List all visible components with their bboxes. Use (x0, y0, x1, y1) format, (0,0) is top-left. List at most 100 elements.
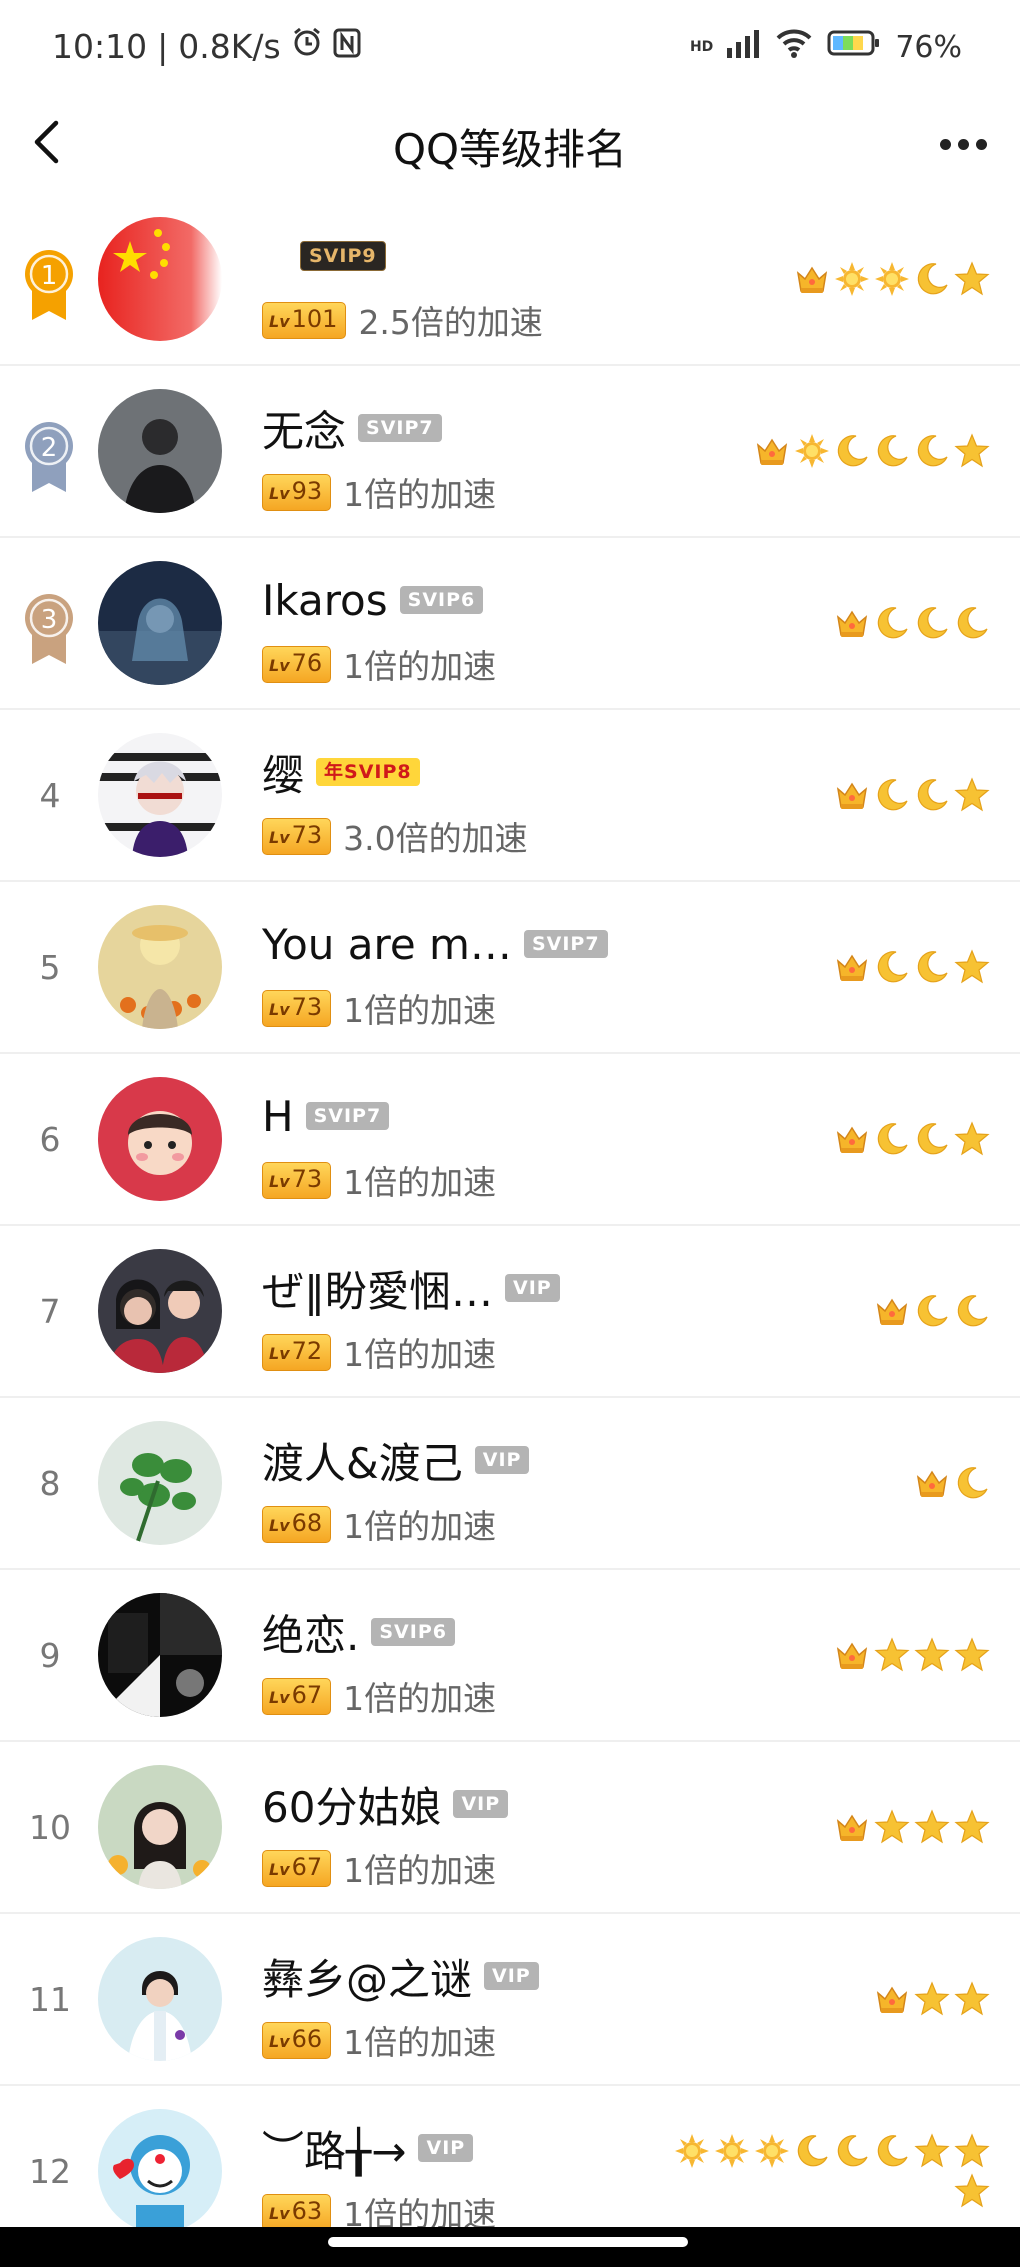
name-line: 60分姑娘 VIP (262, 1776, 509, 1832)
level-badge: Lv93 (262, 473, 332, 511)
nav-bar: QQ等级排名 (0, 98, 1020, 190)
moon-icon (834, 433, 870, 469)
level-icons (834, 1742, 990, 1912)
more-dot (975, 138, 987, 150)
ranking-row[interactable]: 10 60分姑娘 VIP Lv67 1倍的加速 (0, 1742, 1020, 1914)
speed-text: 1倍的加速 (343, 1163, 497, 1202)
level-badge: Lv73 (262, 989, 332, 1027)
star-icon (954, 1981, 990, 2017)
vip-badge: VIP (418, 2134, 474, 2162)
avatar[interactable] (98, 1937, 222, 2061)
status-right: HD 76% (690, 28, 962, 66)
ranking-row[interactable]: 11 彝乡@之谜 VIP Lv66 1倍的加速 (0, 1914, 1020, 2086)
sun-icon (794, 433, 830, 469)
avatar[interactable] (98, 217, 222, 341)
ranking-row[interactable]: 4 缨年SVIP8 Lv73 3.0倍的加速 (0, 710, 1020, 882)
level-line: Lv101 2.5倍的加速 (262, 298, 543, 342)
avatar[interactable] (98, 733, 222, 857)
vip-badge: 年SVIP8 (316, 758, 420, 786)
star-icon (954, 2173, 990, 2209)
star-icon (914, 2133, 950, 2169)
level-line: Lv67 1倍的加速 (262, 1674, 496, 1718)
level-line: Lv73 3.0倍的加速 (262, 814, 528, 858)
ranking-row[interactable]: 2 无念 SVIP7 Lv93 1倍的加速 (0, 366, 1020, 538)
star-icon (954, 1637, 990, 1673)
level-badge: Lv66 (262, 2021, 332, 2059)
silver-medal-icon: 2 (20, 416, 78, 494)
ranking-row[interactable]: 6 H SVIP7 Lv73 1倍的加速 (0, 1054, 1020, 1226)
level-icons (834, 882, 990, 1052)
more-dot (957, 138, 969, 150)
moon-icon (834, 2133, 870, 2169)
rank-number: 11 (29, 1979, 71, 2019)
speed-text: 1倍的加速 (343, 1507, 497, 1546)
level-line: Lv67 1倍的加速 (262, 1846, 496, 1890)
alarm-icon (291, 26, 323, 66)
level-value: 72 (291, 1336, 323, 1365)
star-icon (914, 1981, 950, 2017)
level-icons (794, 194, 990, 364)
ranking-row[interactable]: 8 渡人&渡己 VIP Lv68 1倍的加速 (0, 1398, 1020, 1570)
level-value: 73 (291, 1164, 323, 1193)
star-icon (954, 433, 990, 469)
moon-icon (914, 949, 950, 985)
level-badge: Lv67 (262, 1849, 332, 1887)
nickname: 渡人&渡己 (262, 1438, 463, 1488)
level-line: Lv73 1倍的加速 (262, 1158, 496, 1202)
star-icon (954, 1809, 990, 1845)
crown-icon (834, 1809, 870, 1845)
level-line: Lv76 1倍的加速 (262, 642, 496, 686)
level-icons (914, 1398, 990, 1568)
level-line: Lv73 1倍的加速 (262, 986, 496, 1030)
vip-badge: VIP (453, 1790, 509, 1818)
moon-icon (914, 1293, 950, 1329)
name-line: 渡人&渡己 VIP (262, 1432, 530, 1488)
level-line: Lv68 1倍的加速 (262, 1502, 496, 1546)
star-icon (954, 1121, 990, 1157)
sun-icon (714, 2133, 750, 2169)
avatar[interactable] (98, 2109, 222, 2233)
wifi-icon (775, 28, 813, 66)
crown-icon (874, 1981, 910, 2017)
speed-text: 1倍的加速 (343, 475, 497, 514)
moon-icon (914, 261, 950, 297)
more-button[interactable] (928, 114, 998, 174)
star-icon (954, 777, 990, 813)
avatar[interactable] (98, 389, 222, 513)
level-icons (834, 1054, 990, 1224)
level-value: 101 (291, 304, 338, 333)
name-line: You are m… SVIP7 (262, 916, 608, 972)
ranking-row[interactable]: 9 绝恋. SVIP6 Lv67 1倍的加速 (0, 1570, 1020, 1742)
ranking-row[interactable]: 5 You are m… SVIP7 Lv73 1倍的加速 (0, 882, 1020, 1054)
rank-number: 6 (39, 1119, 61, 1159)
level-badge: Lv72 (262, 1333, 332, 1371)
avatar[interactable] (98, 1765, 222, 1889)
avatar[interactable] (98, 1593, 222, 1717)
nickname: ︶路╁→ (262, 2126, 407, 2176)
vip-badge: SVIP7 (305, 1102, 390, 1130)
vip-badge: VIP (505, 1274, 560, 1302)
level-badge: Lv73 (262, 817, 332, 855)
moon-icon (954, 605, 990, 641)
home-bar[interactable] (328, 2237, 688, 2247)
level-value: 76 (291, 648, 323, 677)
ranking-row[interactable]: 7 ぜ‖盼愛悃… VIP Lv72 1倍的加速 (0, 1226, 1020, 1398)
level-badge: Lv67 (262, 1677, 332, 1715)
avatar[interactable] (98, 905, 222, 1029)
avatar[interactable] (98, 1421, 222, 1545)
status-time: 10:10 (52, 26, 148, 66)
svg-text:3: 3 (41, 605, 58, 635)
avatar[interactable] (98, 1077, 222, 1201)
name-line: H SVIP7 (262, 1088, 390, 1144)
avatar[interactable] (98, 1249, 222, 1373)
level-line: Lv93 1倍的加速 (262, 470, 496, 514)
moon-icon (914, 605, 950, 641)
crown-icon (834, 605, 870, 641)
ranking-row[interactable]: 3 Ikaros SVIP6 Lv76 1倍的加速 (0, 538, 1020, 710)
sun-icon (874, 261, 910, 297)
avatar[interactable] (98, 561, 222, 685)
home-indicator (0, 2227, 1020, 2267)
ranking-row[interactable]: 1 SVIP9 Lv101 2.5倍的加速 (0, 194, 1020, 366)
battery-icon (827, 29, 881, 65)
hd-label: HD (689, 39, 714, 55)
